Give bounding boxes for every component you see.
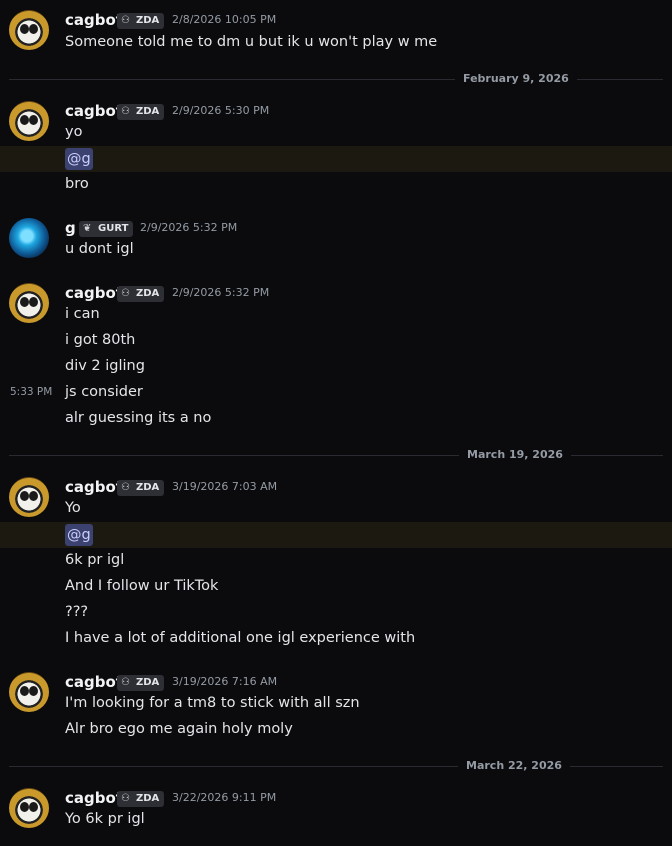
avatar[interactable]	[9, 101, 49, 141]
mention-highlight	[0, 522, 672, 548]
hover-timestamp[interactable]: 5:33 PM	[10, 381, 52, 403]
username[interactable]: cagbot	[65, 788, 123, 808]
guild-tag-badge[interactable]: ⚇ ZDA	[117, 791, 165, 807]
message-text: yo	[65, 124, 83, 140]
guild-tag-label: ZDA	[136, 288, 160, 299]
username[interactable]: cagbot	[65, 101, 123, 121]
guild-tag-badge[interactable]: ⚇ ZDA	[117, 13, 165, 29]
message-text: u dont igl	[65, 241, 134, 257]
guild-tag-badge[interactable]: ⚇ ZDA	[117, 675, 165, 691]
mention-highlight	[0, 146, 672, 172]
guild-tag-badge[interactable]: ❦ GURT	[79, 221, 134, 237]
guild-tag-label: ZDA	[136, 15, 160, 26]
username[interactable]: g	[65, 218, 76, 238]
message-text: i can	[65, 306, 100, 322]
message-text: ???	[65, 604, 89, 620]
message-text: 6k pr igl	[65, 552, 125, 568]
guild-tag-icon: ⚇	[121, 15, 130, 26]
timestamp[interactable]: 3/22/2026 9:11 PM	[172, 788, 276, 808]
username[interactable]: cagbot	[65, 10, 123, 30]
message-text: And I follow ur TikTok	[65, 578, 219, 594]
guild-tag-badge[interactable]: ⚇ ZDA	[117, 104, 165, 120]
message-text: bro	[65, 176, 89, 192]
username[interactable]: cagbot	[65, 283, 123, 303]
message-text: js consider	[65, 384, 143, 400]
message-text: Yo	[65, 500, 81, 516]
leaf-tag-icon: ❦	[83, 223, 92, 234]
avatar[interactable]	[9, 10, 49, 50]
guild-tag-icon: ⚇	[121, 677, 130, 688]
message-text: Someone told me to dm u but ik u won't p…	[65, 34, 438, 50]
date-divider-label: February 9, 2026	[455, 72, 577, 86]
timestamp[interactable]: 2/8/2026 10:05 PM	[172, 10, 276, 30]
guild-tag-icon: ⚇	[121, 482, 130, 493]
message-text: I have a lot of additional one igl exper…	[65, 630, 416, 646]
guild-tag-badge[interactable]: ⚇ ZDA	[117, 286, 165, 302]
date-divider-label: March 22, 2026	[458, 759, 570, 773]
timestamp[interactable]: 3/19/2026 7:16 AM	[172, 672, 277, 692]
guild-tag-label: ZDA	[136, 482, 160, 493]
timestamp[interactable]: 3/19/2026 7:03 AM	[172, 477, 277, 497]
guild-tag-label: ZDA	[136, 677, 160, 688]
guild-tag-label: ZDA	[136, 106, 160, 117]
avatar[interactable]	[9, 672, 49, 712]
avatar[interactable]	[9, 218, 49, 258]
avatar[interactable]	[9, 788, 49, 828]
username[interactable]: cagbot	[65, 672, 123, 692]
timestamp[interactable]: 2/9/2026 5:32 PM	[140, 218, 237, 238]
guild-tag-icon: ⚇	[121, 288, 130, 299]
message-text: i got 80th	[65, 332, 136, 348]
date-divider-label: March 19, 2026	[459, 448, 571, 462]
message-text: alr guessing its a no	[65, 410, 212, 426]
timestamp[interactable]: 2/9/2026 5:32 PM	[172, 283, 269, 303]
username[interactable]: cagbot	[65, 477, 123, 497]
guild-tag-badge[interactable]: ⚇ ZDA	[117, 480, 165, 496]
message-text: Yo 6k pr igl	[65, 811, 145, 827]
user-mention[interactable]: @g	[65, 524, 93, 546]
message-text: I'm looking for a tm8 to stick with all …	[65, 695, 360, 711]
guild-tag-label: ZDA	[136, 793, 160, 804]
avatar[interactable]	[9, 477, 49, 517]
message-text: div 2 igling	[65, 358, 145, 374]
timestamp[interactable]: 2/9/2026 5:30 PM	[172, 101, 269, 121]
user-mention[interactable]: @g	[65, 148, 93, 170]
avatar[interactable]	[9, 283, 49, 323]
guild-tag-icon: ⚇	[121, 106, 130, 117]
guild-tag-icon: ⚇	[121, 793, 130, 804]
message-text: Alr bro ego me again holy moly	[65, 721, 293, 737]
guild-tag-label: GURT	[98, 223, 129, 234]
